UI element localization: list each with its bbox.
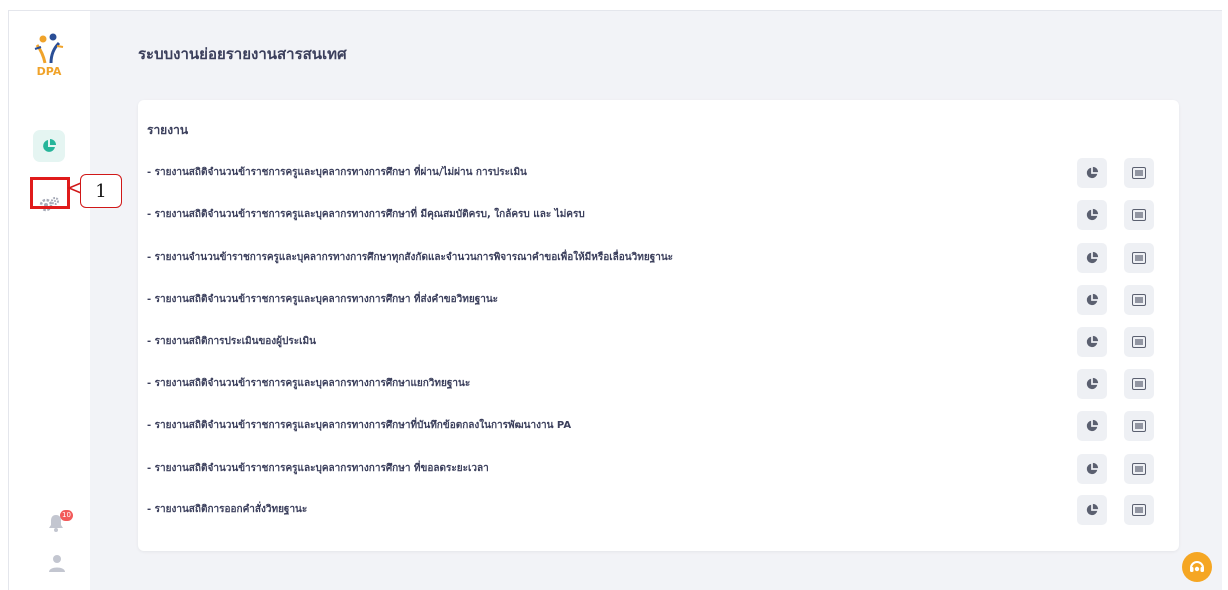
chart-view-button[interactable] <box>1077 158 1107 188</box>
report-label[interactable]: - รายงานจำนวนข้าราชการครูและบุคลากรทางกา… <box>147 250 673 265</box>
chart-view-button[interactable] <box>1077 454 1107 484</box>
pie-chart-icon <box>1086 419 1099 432</box>
report-row: - รายงานสถิติจำนวนข้าราชการครูและบุคลากร… <box>138 158 1179 188</box>
report-label[interactable]: - รายงานสถิติการออกคำสั่งวิทยฐานะ <box>147 502 307 517</box>
list-icon <box>1132 420 1146 432</box>
user-icon <box>49 555 65 572</box>
list-icon <box>1132 294 1146 306</box>
report-row: - รายงานสถิติจำนวนข้าราชการครูและบุคลากร… <box>138 454 1179 484</box>
list-icon <box>1132 504 1146 516</box>
report-label[interactable]: - รายงานสถิติจำนวนข้าราชการครูและบุคลากร… <box>147 207 585 222</box>
chart-view-button[interactable] <box>1077 369 1107 399</box>
page-title: ระบบงานย่อยรายงานสารสนเทศ <box>138 45 347 63</box>
report-label[interactable]: - รายงานสถิติการประเมินของผู้ประเมิน <box>147 334 316 349</box>
list-view-button[interactable] <box>1124 411 1154 441</box>
list-view-button[interactable] <box>1124 158 1154 188</box>
report-label[interactable]: - รายงานสถิติจำนวนข้าราชการครูและบุคลากร… <box>147 418 571 433</box>
report-row: - รายงานจำนวนข้าราชการครูและบุคลากรทางกา… <box>138 243 1179 273</box>
dpa-logo[interactable]: DPA <box>31 33 67 81</box>
pie-chart-icon <box>1086 335 1099 348</box>
pie-chart-icon <box>1086 208 1099 221</box>
sidebar: DPA 10 <box>8 10 90 590</box>
help-chat-button[interactable] <box>1182 552 1212 582</box>
list-icon <box>1132 167 1146 179</box>
report-row: - รายงานสถิติจำนวนข้าราชการครูและบุคลากร… <box>138 285 1179 315</box>
callout-number: 1 <box>95 180 107 202</box>
notification-badge: 10 <box>60 510 73 521</box>
chart-view-button[interactable] <box>1077 327 1107 357</box>
user-profile-button[interactable] <box>47 553 69 575</box>
list-icon <box>1132 336 1146 348</box>
report-label[interactable]: - รายงานสถิติจำนวนข้าราชการครูและบุคลากร… <box>147 165 527 180</box>
chart-view-button[interactable] <box>1077 243 1107 273</box>
report-row: - รายงานสถิติจำนวนข้าราชการครูและบุคลากร… <box>138 369 1179 399</box>
list-icon <box>1132 463 1146 475</box>
pie-chart-icon <box>1086 377 1099 390</box>
pie-chart-icon <box>1086 293 1099 306</box>
chart-view-button[interactable] <box>1077 495 1107 525</box>
list-icon <box>1132 209 1146 221</box>
annotation-callout: 1 <box>80 174 122 208</box>
pie-chart-icon <box>1086 166 1099 179</box>
headset-icon <box>1190 561 1204 572</box>
report-label[interactable]: - รายงานสถิติจำนวนข้าราชการครูและบุคลากร… <box>147 292 498 307</box>
report-row: - รายงานสถิติจำนวนข้าราชการครูและบุคลากร… <box>138 411 1179 441</box>
card-title: รายงาน <box>147 123 189 137</box>
list-icon <box>1132 252 1146 264</box>
list-view-button[interactable] <box>1124 285 1154 315</box>
report-card: รายงาน - รายงานสถิติจำนวนข้าราชการครูและ… <box>138 100 1179 551</box>
logo-figure-icon <box>34 33 64 64</box>
sidebar-item-report[interactable] <box>33 130 65 162</box>
settings-highlight-box <box>30 177 70 209</box>
report-row: - รายงานสถิติการประเมินของผู้ประเมิน <box>138 327 1179 357</box>
pie-chart-icon <box>1086 462 1099 475</box>
chart-view-button[interactable] <box>1077 411 1107 441</box>
report-label[interactable]: - รายงานสถิติจำนวนข้าราชการครูและบุคลากร… <box>147 376 470 391</box>
chart-view-button[interactable] <box>1077 200 1107 230</box>
pie-chart-icon <box>1086 503 1099 516</box>
list-view-button[interactable] <box>1124 243 1154 273</box>
list-view-button[interactable] <box>1124 327 1154 357</box>
list-view-button[interactable] <box>1124 200 1154 230</box>
report-row: - รายงานสถิติจำนวนข้าราชการครูและบุคลากร… <box>138 200 1179 230</box>
list-view-button[interactable] <box>1124 369 1154 399</box>
chart-view-button[interactable] <box>1077 285 1107 315</box>
report-label[interactable]: - รายงานสถิติจำนวนข้าราชการครูและบุคลากร… <box>147 461 489 476</box>
list-view-button[interactable] <box>1124 454 1154 484</box>
pie-chart-icon <box>1086 251 1099 264</box>
notifications-button[interactable]: 10 <box>47 510 73 537</box>
pie-chart-icon <box>43 139 56 152</box>
report-row: - รายงานสถิติการออกคำสั่งวิทยฐานะ <box>138 495 1179 525</box>
list-icon <box>1132 378 1146 390</box>
logo-text: DPA <box>36 65 62 78</box>
list-view-button[interactable] <box>1124 495 1154 525</box>
